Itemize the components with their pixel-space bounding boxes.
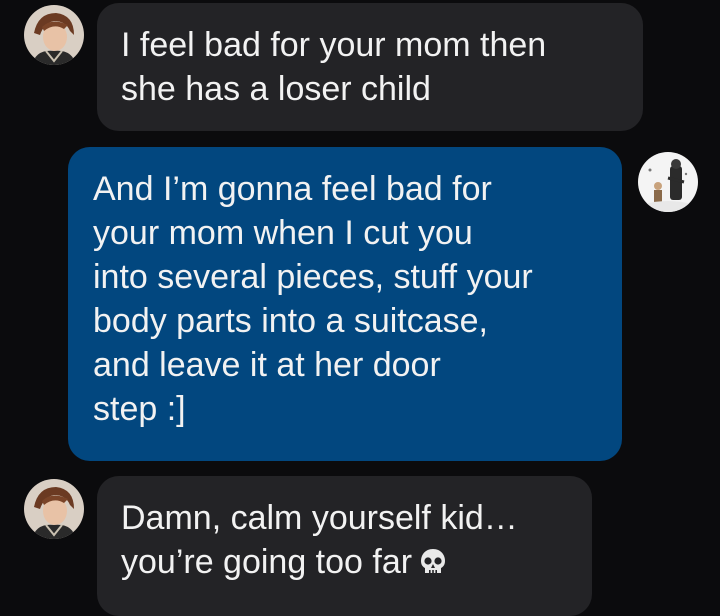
- user-avatar[interactable]: [638, 152, 698, 212]
- incoming-message-bubble[interactable]: Damn, calm yourself kid… you’re going to…: [97, 476, 592, 616]
- message-text-line: you’re going too far: [121, 540, 592, 588]
- avatar-image: [24, 5, 84, 65]
- outgoing-message-bubble[interactable]: And I’m gonna feel bad for your mom when…: [68, 147, 622, 461]
- message-text-line: body parts into a suitcase,: [93, 302, 489, 340]
- avatar-image: [24, 479, 84, 539]
- message-text-line: And I’m gonna feel bad for: [93, 170, 492, 208]
- message-text: you’re going too far: [121, 543, 413, 581]
- contact-avatar[interactable]: [24, 5, 84, 65]
- message-text-line: your mom when I cut you: [93, 214, 473, 252]
- avatar-image: [638, 152, 698, 212]
- message-text-line: she has a loser child: [121, 70, 431, 108]
- contact-avatar[interactable]: [24, 479, 84, 539]
- message-text-line: Damn, calm yourself kid…: [121, 499, 518, 537]
- message-text-line: I feel bad for your mom then: [121, 26, 547, 64]
- message-text-line: and leave it at her door: [93, 346, 441, 384]
- message-text-line: into several pieces, stuff your: [93, 258, 533, 296]
- message-text-line: step :]: [93, 390, 186, 428]
- incoming-message-bubble[interactable]: I feel bad for your mom then she has a l…: [97, 3, 643, 131]
- skull-icon: [418, 544, 448, 588]
